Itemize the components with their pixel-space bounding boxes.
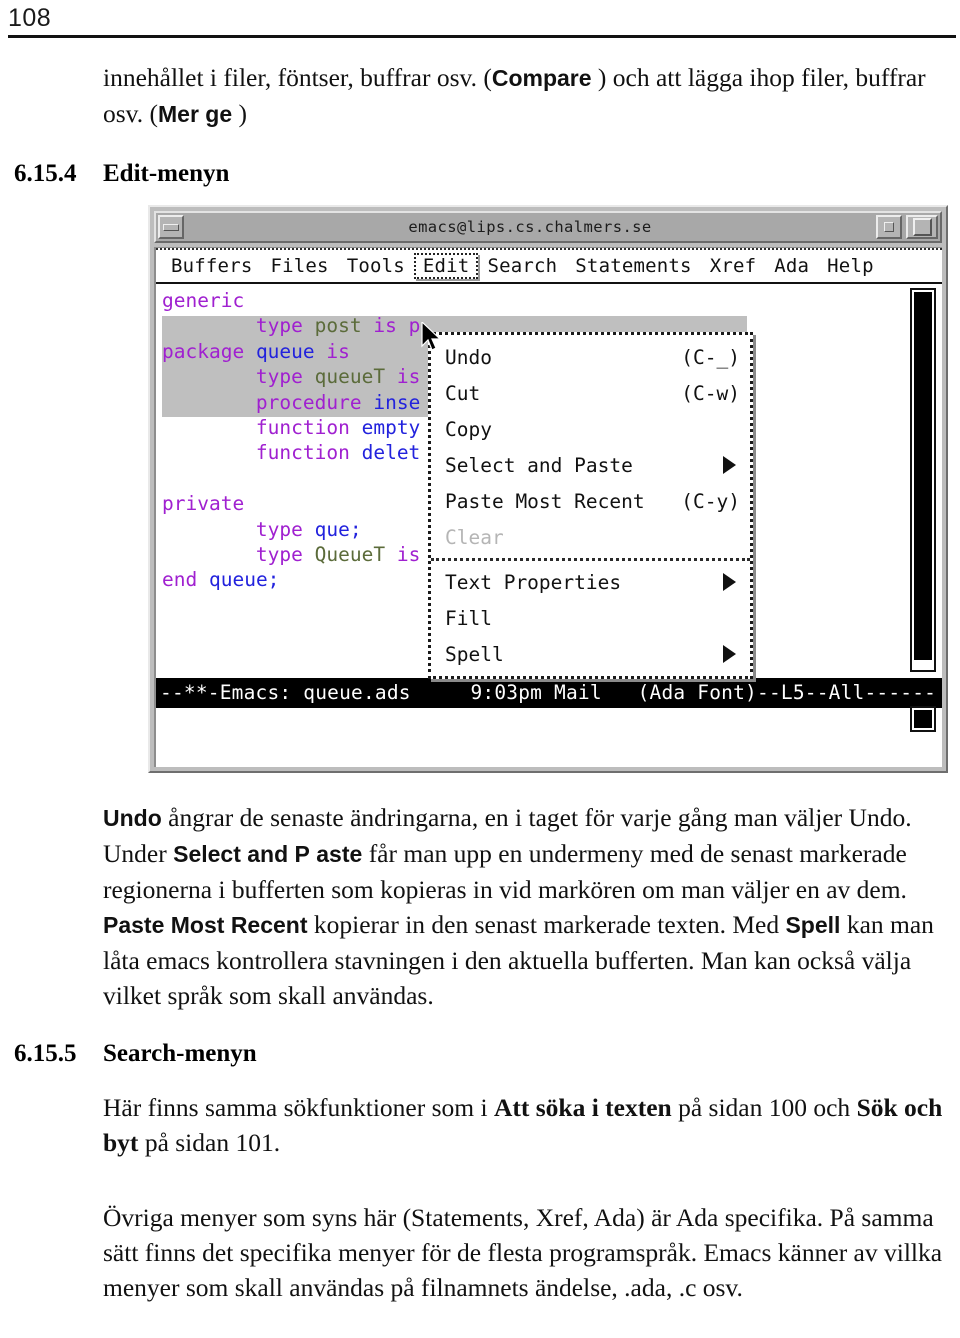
emacs-menubar: Buffers Files Tools Edit Search Statemen… bbox=[156, 248, 942, 284]
menu-item-cut[interactable]: Cut (C-w) bbox=[431, 375, 750, 411]
menu-item-text-properties-label: Text Properties bbox=[445, 570, 622, 594]
search-desc-t1: Här finns samma sökfunktioner som i bbox=[103, 1093, 494, 1122]
submenu-arrow-icon bbox=[723, 573, 736, 591]
menu-item-text-properties[interactable]: Text Properties bbox=[431, 564, 750, 600]
menu-item-fill[interactable]: Fill bbox=[431, 600, 750, 636]
intro-bold-merge: Mer ge bbox=[158, 101, 233, 127]
buffer-scrollbar[interactable] bbox=[910, 288, 936, 672]
menu-item-paste-most-recent[interactable]: Paste Most Recent (C-y) bbox=[431, 483, 750, 519]
maximize-icon[interactable] bbox=[876, 215, 902, 239]
closing-paragraph-text: Övriga menyer som syns här (Statements, … bbox=[103, 1203, 943, 1302]
menu-item-clear: Clear bbox=[431, 519, 750, 555]
section-search-number: 6.15.5 bbox=[14, 1040, 77, 1067]
section-search-title: Search-menyn bbox=[103, 1040, 257, 1067]
edit-dropdown-menu[interactable]: Undo (C-_) Cut (C-w) Copy Select and Pas… bbox=[428, 332, 753, 679]
header-rule bbox=[8, 35, 956, 38]
menubar-item-xref[interactable]: Xref bbox=[701, 253, 766, 279]
edit-description-paragraph: Undo ångrar de senaste ändringarna, en i… bbox=[103, 800, 958, 1013]
menu-item-undo[interactable]: Undo (C-_) bbox=[431, 339, 750, 375]
menu-item-spell-label: Spell bbox=[445, 642, 504, 666]
menubar-item-statements[interactable]: Statements bbox=[566, 253, 700, 279]
menu-item-undo-shortcut: (C-_) bbox=[681, 345, 740, 369]
intro-paragraph-text: innehållet i filer, föntser, buffrar osv… bbox=[103, 60, 958, 132]
menubar-item-edit[interactable]: Edit bbox=[413, 253, 479, 279]
edit-desc-bold-select-and-p: Select and P bbox=[173, 841, 310, 867]
search-description-paragraph: Här finns samma sökfunktioner som i Att … bbox=[103, 1090, 958, 1160]
submenu-arrow-icon bbox=[723, 645, 736, 663]
intro-text-part1: innehållet i filer, föntser, buffrar osv… bbox=[103, 63, 492, 92]
menu-item-copy[interactable]: Copy bbox=[431, 411, 750, 447]
search-desc-bold-att-soka: Att söka i texten bbox=[493, 1093, 672, 1122]
edit-desc-bold-spell: Spell bbox=[785, 912, 841, 938]
buffer-source-code: generic type post is p package queue is … bbox=[162, 289, 421, 592]
menu-item-clear-label: Clear bbox=[445, 525, 504, 549]
intro-bold-compare: Compare bbox=[491, 65, 592, 91]
menubar-item-buffers[interactable]: Buffers bbox=[162, 253, 261, 279]
edit-desc-bold-aste: aste bbox=[316, 841, 363, 867]
menu-item-select-and-paste[interactable]: Select and Paste bbox=[431, 447, 750, 483]
section-edit-title: Edit-menyn bbox=[103, 160, 230, 187]
section-edit-number: 6.15.4 bbox=[14, 160, 77, 187]
window-title: emacs@lips.cs.chalmers.se bbox=[408, 218, 652, 236]
emacs-echo-area bbox=[156, 706, 942, 734]
emacs-screenshot-figure: emacs@lips.cs.chalmers.se Buffers Files … bbox=[140, 198, 958, 782]
menubar-item-search[interactable]: Search bbox=[478, 253, 566, 279]
scrollbar-bottom-button[interactable] bbox=[910, 706, 936, 732]
window-titlebar[interactable]: emacs@lips.cs.chalmers.se bbox=[154, 211, 942, 243]
menu-separator bbox=[431, 558, 750, 561]
scrollbar-thumb[interactable] bbox=[914, 292, 932, 660]
intro-text-part3: ) bbox=[232, 99, 248, 128]
menu-item-cut-shortcut: (C-w) bbox=[681, 381, 740, 405]
menubar-item-help[interactable]: Help bbox=[818, 253, 883, 279]
menu-item-select-and-paste-label: Select and Paste bbox=[445, 453, 633, 477]
closing-paragraph: Övriga menyer som syns här (Statements, … bbox=[103, 1200, 958, 1305]
page-number: 108 bbox=[8, 4, 52, 32]
search-desc-t2: på sidan 100 och bbox=[671, 1093, 857, 1122]
menu-item-paste-most-recent-shortcut: (C-y) bbox=[681, 489, 740, 513]
submenu-arrow-icon bbox=[723, 456, 736, 474]
window-manager-frame: emacs@lips.cs.chalmers.se Buffers Files … bbox=[148, 205, 948, 773]
restore-icon[interactable] bbox=[906, 215, 938, 239]
menubar-item-files[interactable]: Files bbox=[261, 253, 337, 279]
search-description-text: Här finns samma sökfunktioner som i Att … bbox=[103, 1090, 958, 1160]
menu-item-fill-label: Fill bbox=[445, 606, 492, 630]
menu-item-copy-label: Copy bbox=[445, 417, 492, 441]
page-header: 108 bbox=[8, 4, 956, 38]
minimize-icon[interactable] bbox=[158, 215, 184, 239]
menu-item-cut-label: Cut bbox=[445, 381, 481, 405]
menu-item-spell[interactable]: Spell bbox=[431, 636, 750, 672]
menu-item-undo-label: Undo bbox=[445, 345, 492, 369]
menubar-item-ada[interactable]: Ada bbox=[765, 253, 818, 279]
edit-desc-t4: kopierar in den senast markerade texten.… bbox=[307, 910, 786, 939]
intro-paragraph: innehållet i filer, föntser, buffrar osv… bbox=[103, 60, 958, 132]
edit-desc-bold-undo: Undo bbox=[103, 805, 162, 831]
menubar-item-tools[interactable]: Tools bbox=[338, 253, 414, 279]
search-desc-t3: på sidan 101. bbox=[138, 1128, 281, 1157]
edit-desc-bold-paste-most-recent: Paste Most Recent bbox=[103, 912, 308, 938]
menu-item-paste-most-recent-label: Paste Most Recent bbox=[445, 489, 645, 513]
emacs-client-area: Buffers Files Tools Edit Search Statemen… bbox=[154, 247, 942, 767]
edit-description-text: Undo ångrar de senaste ändringarna, en i… bbox=[103, 800, 958, 1013]
emacs-modeline: --**-Emacs: queue.ads 9:03pm Mail (Ada F… bbox=[156, 678, 942, 708]
